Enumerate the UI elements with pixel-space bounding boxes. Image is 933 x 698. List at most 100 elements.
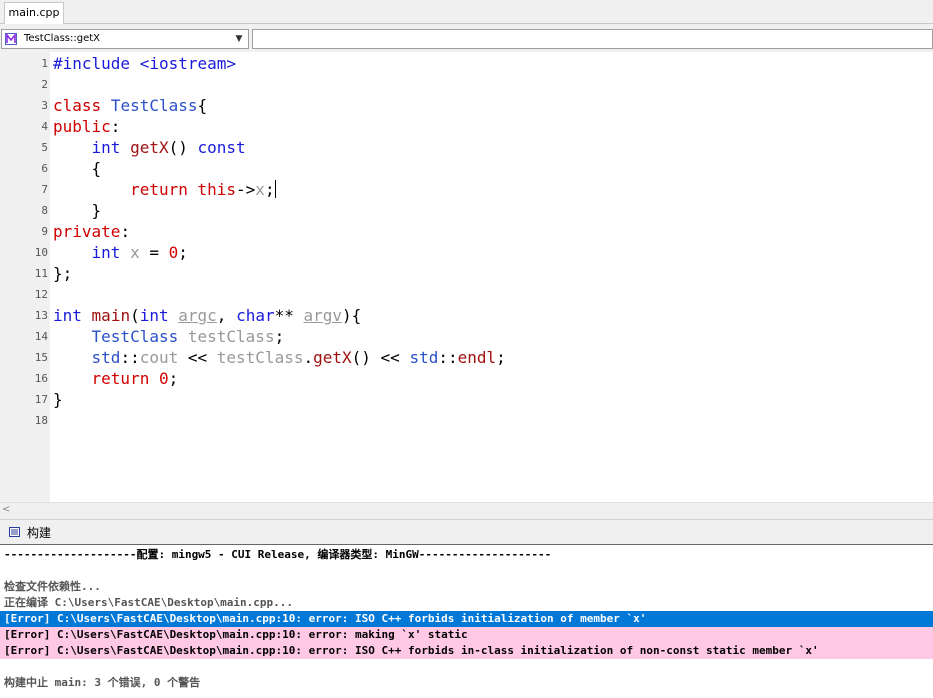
function-name: main (91, 306, 131, 325)
semicolon: ; (274, 327, 285, 346)
arrow-operator: -> (236, 180, 256, 199)
code-line: public: (53, 117, 120, 136)
output-line: --------------------配置: mingw5 - CUI Rel… (4, 548, 552, 561)
code-line: int main(int argc, char** argv){ (53, 306, 361, 325)
line-number: 6 (41, 162, 48, 175)
this-keyword: this (197, 180, 237, 199)
navigation-bar: TestClass::getX ▼ (0, 28, 933, 50)
line-number: 14 (34, 330, 48, 343)
int-keyword: int (139, 306, 169, 325)
parens: () (168, 138, 188, 157)
semicolon: ; (178, 243, 188, 262)
brace-close: } (53, 390, 63, 409)
scope-operator: :: (438, 348, 458, 367)
build-output[interactable]: --------------------配置: mingw5 - CUI Rel… (0, 544, 933, 698)
colon: : (110, 117, 121, 136)
text-caret (274, 180, 276, 198)
colon: : (120, 222, 131, 241)
line-number: 8 (41, 204, 48, 217)
line-number: 13 (34, 309, 48, 322)
return-keyword: return (91, 369, 150, 388)
brace-open: { (197, 96, 208, 115)
include-directive: #include <iostream> (53, 54, 237, 73)
comma: , (216, 306, 237, 325)
build-summary: 构建中止 main: 3 个错误, 0 个警告 (4, 676, 201, 689)
line-number: 11 (34, 267, 48, 280)
number-literal: 0 (168, 243, 179, 262)
semicolon: ; (264, 180, 275, 199)
brace-close: } (91, 201, 102, 220)
semicolon: ; (496, 348, 506, 367)
line-number: 16 (34, 372, 48, 385)
line-number: 4 (41, 120, 48, 133)
horizontal-scrollbar[interactable]: < (0, 502, 933, 518)
assign-operator: = (139, 243, 169, 262)
code-line: }; (53, 264, 72, 283)
int-keyword: int (53, 306, 82, 325)
code-line: TestClass testClass; (53, 327, 285, 346)
class-name: TestClass (91, 327, 179, 346)
code-line: } (53, 201, 102, 220)
code-line: private: (53, 222, 130, 241)
lparen: ( (130, 306, 140, 325)
line-number: 15 (34, 351, 48, 364)
int-keyword: int (91, 243, 121, 262)
namespace-std: std (409, 348, 439, 367)
build-panel-title: 构建 (27, 526, 52, 540)
cout: cout (139, 348, 179, 367)
class-name: TestClass (110, 96, 198, 115)
endl: endl (457, 348, 497, 367)
line-number: 7 (41, 183, 48, 196)
chevron-down-icon[interactable]: ▼ (232, 30, 246, 48)
error-line[interactable]: [Error] C:\Users\FastCAE\Desktop\main.cp… (0, 643, 933, 659)
line-number: 2 (41, 78, 48, 91)
class-close: }; (53, 264, 73, 283)
brace-open: { (91, 159, 102, 178)
code-line: int getX() const (53, 138, 246, 157)
scope-operator: :: (120, 348, 140, 367)
code-line: } (53, 390, 63, 409)
parens: () (351, 348, 371, 367)
private-keyword: private (53, 222, 121, 241)
build-panel-header: 构建 (0, 519, 933, 544)
scroll-left-icon[interactable]: < (2, 503, 10, 517)
namespace-std: std (91, 348, 121, 367)
int-keyword: int (91, 138, 121, 157)
class-keyword: class (53, 96, 102, 115)
error-line-selected[interactable]: [Error] C:\Users\FastCAE\Desktop\main.cp… (0, 611, 933, 627)
code-line: int x = 0; (53, 243, 188, 262)
code-line: #include <iostream> (53, 54, 236, 73)
param-argv: argv (303, 306, 343, 325)
symbol-combo[interactable]: TestClass::getX ▼ (1, 29, 249, 49)
code-editor[interactable]: 1 2 3 4 5 6 7 8 9 10 11 12 13 14 15 16 1… (0, 52, 933, 502)
public-keyword: public (53, 117, 111, 136)
editor-tab-bar: main.cpp (0, 0, 933, 24)
member-x: x (130, 243, 140, 262)
variable-testclass: testClass (216, 348, 304, 367)
method-name: getX (130, 138, 169, 157)
char-keyword: char (236, 306, 275, 325)
param-argc: argc (178, 306, 217, 325)
line-number: 5 (41, 141, 48, 154)
const-keyword: const (197, 138, 246, 157)
pointer-stars: ** (274, 306, 294, 325)
code-line: return this->x; (53, 180, 276, 199)
code-line: class TestClass{ (53, 96, 207, 115)
line-number: 3 (41, 99, 48, 112)
line-number: 1 (41, 57, 48, 70)
line-number: 12 (34, 288, 48, 301)
tab-main-cpp[interactable]: main.cpp (4, 2, 64, 24)
code-line: { (53, 159, 102, 178)
error-line[interactable]: [Error] C:\Users\FastCAE\Desktop\main.cp… (0, 627, 933, 643)
secondary-combo[interactable] (252, 29, 933, 49)
member-x: x (255, 180, 265, 199)
output-line: 正在编译 C:\Users\FastCAE\Desktop\main.cpp..… (4, 596, 294, 609)
code-line: return 0; (53, 369, 179, 388)
line-number: 10 (34, 246, 48, 259)
class-member-icon (5, 33, 17, 45)
line-number: 17 (34, 393, 48, 406)
number-literal: 0 (158, 369, 169, 388)
variable-testclass: testClass (187, 327, 275, 346)
